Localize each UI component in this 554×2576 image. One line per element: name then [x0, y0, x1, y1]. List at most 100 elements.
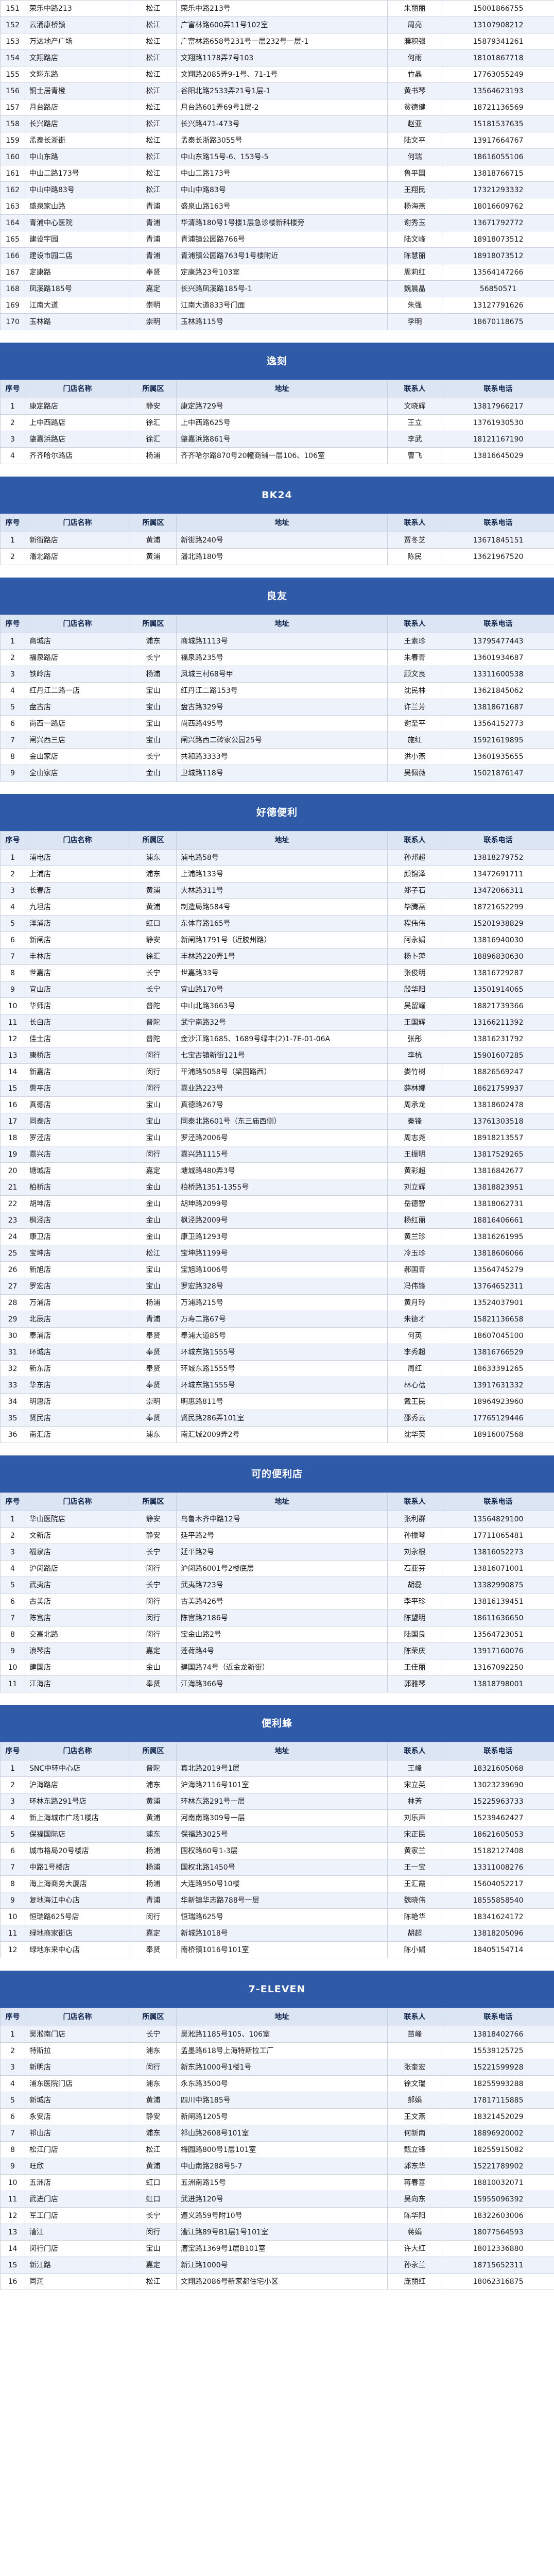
- table-row: 22 胡坤店 金山 胡坤路2099号 岳德智 13818062731: [0, 1195, 554, 1212]
- store-name: 盘古店: [25, 699, 130, 716]
- store-name: 同润: [25, 2273, 130, 2290]
- phone-number: 13764652311: [442, 1278, 554, 1295]
- district: 宝山: [130, 699, 177, 716]
- table-row: 3 福泉店 长宁 延平路2号 刘永根 13816052273: [0, 1544, 554, 1561]
- store-name: 华东店: [25, 1377, 130, 1394]
- district: 长宁: [130, 981, 177, 998]
- contact-person: 宋立英: [387, 1776, 442, 1793]
- contact-person: [387, 2042, 442, 2059]
- table-row: 160 中山东路 松江 中山东路15号-6、153号-5 何瑞 18616055106: [0, 148, 554, 165]
- contact-person: 张奎宏: [387, 2059, 442, 2076]
- row-number: 1: [0, 1760, 25, 1777]
- header-no: 序号: [0, 514, 25, 532]
- address: 闸兴路西二砖家公园25号: [176, 732, 388, 749]
- address: 延平路2号: [176, 1527, 388, 1544]
- district: 宝山: [130, 1278, 177, 1295]
- section-title: 可的便利店: [0, 1452, 554, 1493]
- district: 奉贤: [130, 1327, 177, 1344]
- store-name: 铁岭店: [25, 666, 130, 683]
- row-number: 36: [0, 1426, 25, 1443]
- contact-person: 陈慧丽: [387, 247, 442, 264]
- store-name: 枫泾店: [25, 1212, 130, 1229]
- address: 华清路180号1号楼1层急诊楼新科楼旁: [176, 214, 388, 231]
- store-name: 长兴路店: [25, 115, 130, 132]
- phone-number: 15879341261: [442, 33, 554, 50]
- contact-person: 吴留耀: [387, 997, 442, 1014]
- header-address: 地址: [176, 2008, 388, 2026]
- table-row: 25 宝坤店 松江 宝坤路1199号 冷玉珍 13818606066: [0, 1245, 554, 1262]
- address: 宝旭路1006号: [176, 1261, 388, 1278]
- district: 奉贤: [130, 1377, 177, 1394]
- address: 新江路1000号: [176, 2257, 388, 2274]
- table-row: 28 万浦店 杨浦 万浦路215号 黄月玲 13524037901: [0, 1294, 554, 1311]
- table-row: 13 康桥店 闵行 七宝古镇新街121号 李杭 15901607285: [0, 1047, 554, 1064]
- section-gap: [0, 1692, 554, 1702]
- table-row: 3 环林东路291号店 黄浦 环林东路291号一层 林芳 15225963733: [0, 1793, 554, 1810]
- phone-number: 13816231792: [442, 1030, 554, 1047]
- store-name: 中山二路173号: [25, 165, 130, 182]
- district: 青浦: [130, 198, 177, 215]
- district: 嘉定: [130, 280, 177, 297]
- phone-number: 13127791626: [442, 297, 554, 314]
- table-row: 11 武进门店 虹口 武进路120号 吴向东 15955096392: [0, 2191, 554, 2208]
- contact-person: 魏晓伟: [387, 1892, 442, 1909]
- row-number: 168: [0, 280, 25, 297]
- address: 贤民路286弄101室: [176, 1410, 388, 1427]
- address: 南桥镇1016号101室: [176, 1941, 388, 1958]
- contact-person: 何英: [387, 1327, 442, 1344]
- district: 宝山: [130, 715, 177, 732]
- row-number: 29: [0, 1311, 25, 1328]
- address: 玉林路115号: [176, 313, 388, 330]
- header-phone: 联系电话: [442, 615, 554, 633]
- row-number: 166: [0, 247, 25, 264]
- table-row: 15 惠平店 闵行 嘉业路223号 薛林娜 18621759937: [0, 1080, 554, 1097]
- store-name: 恒瑞路625号店: [25, 1908, 130, 1925]
- header-address: 地址: [176, 380, 388, 398]
- row-number: 158: [0, 115, 25, 132]
- address: 孟墨路618号上海特斯拉工厂: [176, 2042, 388, 2059]
- contact-person: 蒋娟: [387, 2224, 442, 2241]
- phone-number: 18826569247: [442, 1063, 554, 1080]
- row-number: 14: [0, 1063, 25, 1080]
- phone-number: 18611636650: [442, 1609, 554, 1626]
- section-gap: [0, 464, 554, 473]
- phone-number: 18918213557: [442, 1129, 554, 1146]
- contact-person: 林芳: [387, 1793, 442, 1810]
- contact-person: 周红: [387, 1360, 442, 1377]
- row-number: 159: [0, 132, 25, 149]
- header-store-name: 门店名称: [25, 615, 130, 633]
- phone-number: 13501914065: [442, 981, 554, 998]
- table-row: 5 保福国际店 浦东 保福路3025号 宋正民 18621605053: [0, 1826, 554, 1843]
- phone-number: 18405154714: [442, 1941, 554, 1958]
- store-name: 佳士店: [25, 1030, 130, 1047]
- contact-person: 黄家兰: [387, 1842, 442, 1859]
- contact-person: 曹飞: [387, 447, 442, 464]
- phone-number: 13564723051: [442, 1626, 554, 1643]
- contact-person: 王振明: [387, 1146, 442, 1163]
- table-row: 7 闸兴西三店 宝山 闸兴路西二砖家公园25号 施红 15921619895: [0, 732, 554, 749]
- table-row: 7 陈宫店 闵行 陈宫路2186号 陈望明 18611636650: [0, 1609, 554, 1626]
- store-name: 胡坤店: [25, 1195, 130, 1212]
- contact-person: 朱德才: [387, 1311, 442, 1328]
- table-row: 2 上浦店 浦东 上浦路133号 颜锦泽 13472691711: [0, 866, 554, 883]
- phone-number: 13472691711: [442, 866, 554, 883]
- address: 万寿二路67号: [176, 1311, 388, 1328]
- store-name: 金山家店: [25, 748, 130, 765]
- table-row: 166 建设市园二店 青浦 青浦镇公园路763号1号楼附近 陈慧丽 18918073512: [0, 247, 554, 264]
- district: 黄浦: [130, 548, 177, 565]
- contact-person: 颜锦泽: [387, 866, 442, 883]
- district: 杨浦: [130, 1842, 177, 1859]
- district: 徐汇: [130, 414, 177, 431]
- phone-number: 13816766529: [442, 1344, 554, 1361]
- phone-number: 13917664767: [442, 132, 554, 149]
- address: 古美路426号: [176, 1593, 388, 1610]
- address: 福泉路235号: [176, 649, 388, 666]
- address: 凤城三村68号甲: [176, 666, 388, 683]
- store-name: 玉林路: [25, 313, 130, 330]
- row-number: 10: [0, 2174, 25, 2191]
- phone-number: 13671845151: [442, 532, 554, 549]
- row-number: 1: [0, 1511, 25, 1528]
- row-number: 9: [0, 2158, 25, 2175]
- contact-person: 李杭: [387, 1047, 442, 1064]
- district: 黄浦: [130, 882, 177, 899]
